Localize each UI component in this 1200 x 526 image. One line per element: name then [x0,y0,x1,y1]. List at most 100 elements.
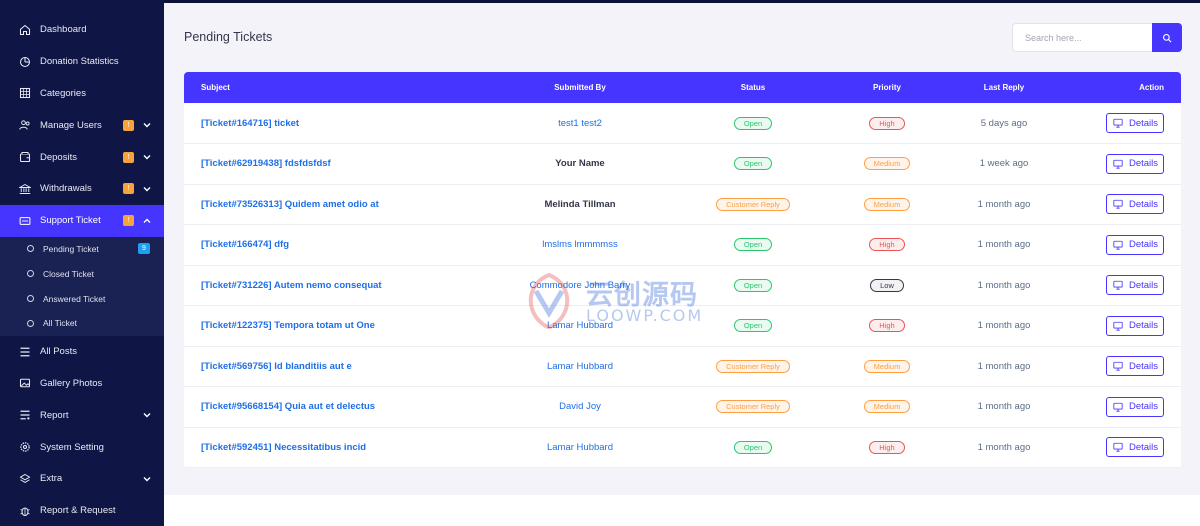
action-cell: Details [1094,306,1181,347]
action-cell: Details [1094,387,1181,428]
submitted-by-cell: Lamar Hubbard [514,427,646,468]
report-icon [18,408,32,422]
submitter-name[interactable]: Lamar Hubbard [547,361,613,372]
table-row: [Ticket#166474] dfg lmslms lmmmmss Open Hig… [184,225,1181,266]
chevron-down-icon [142,410,152,420]
sidebar-item-dashboard[interactable]: Dashboard [0,14,164,46]
priority-badge: High [869,238,905,252]
page-title: Pending Tickets [184,30,273,44]
priority-cell: High [860,306,914,347]
details-button[interactable]: Details [1105,234,1164,255]
circle-icon [27,295,34,303]
desktop-icon [1113,240,1123,250]
submenu-item-pending-ticket[interactable]: Pending Ticket 9 [0,237,164,262]
sidebar-item-label: Categories [40,87,86,99]
action-cell: Details [1094,265,1181,306]
sidebar-item-label: Extra [40,473,63,485]
sidebar-item-system-setting[interactable]: System Setting [0,431,164,463]
subject-cell: [Ticket#122375] Tempora totam ut One [184,306,514,347]
last-reply-cell: 1 week ago [914,144,1094,185]
ticket-subject-link[interactable]: [Ticket#73526313] Quidem amet odio at [201,199,379,210]
sidebar-item-gallery-photos[interactable]: Gallery Photos [0,368,164,400]
submenu-item-answered-ticket[interactable]: Answered Ticket [0,286,164,311]
ticket-subject-link[interactable]: [Ticket#569756] Id blanditiis aut e [201,361,352,372]
column-header-subject: Subject [201,83,230,92]
details-button[interactable]: Details [1105,356,1164,377]
bank-icon [18,182,32,196]
submitter-name[interactable]: David Joy [559,401,601,412]
sidebar-item-categories[interactable]: Categories [0,78,164,110]
watermark-en-text: LOOWP.COM [586,306,704,325]
submitter-name[interactable]: Lamar Hubbard [547,442,613,453]
sidebar-item-report-and-request[interactable]: Report & Request [0,495,164,526]
footer-band [164,495,1200,526]
circle-icon [27,319,34,327]
search-icon [1162,33,1172,43]
subject-cell: [Ticket#731226] Autem nemo consequat [184,265,514,306]
sidebar-item-label: Report & Request [40,505,116,517]
ticket-subject-link[interactable]: [Ticket#164716] ticket [201,118,299,129]
table-row: [Ticket#592451] Necessitatibus incid Lama… [184,427,1181,468]
details-button[interactable]: Details [1105,437,1164,458]
chevron-down-icon [142,184,152,194]
sidebar-item-manage-users[interactable]: Manage Users! [0,109,164,141]
submitter-name[interactable]: lmslms lmmmmss [542,239,617,250]
details-button-label: Details [1128,198,1158,210]
ticket-subject-link[interactable]: [Ticket#166474] dfg [201,239,289,250]
ticket-subject-link[interactable]: [Ticket#731226] Autem nemo consequat [201,280,382,291]
sidebar-item-label: Withdrawals [40,183,92,195]
submitter-name: Melinda Tillman [544,198,616,210]
details-button-label: Details [1128,279,1158,291]
details-button[interactable]: Details [1105,113,1164,133]
table-row: [Ticket#569756] Id blanditiis aut e Lamar… [184,346,1181,387]
details-button[interactable]: Details [1105,194,1164,215]
grid-icon [18,86,32,100]
list-icon [18,345,32,359]
search-input[interactable] [1012,23,1152,52]
submitted-by-cell: Melinda Tillman [514,184,646,225]
search-button[interactable] [1152,23,1182,52]
ticket-subject-link[interactable]: [Ticket#95668154] Quia aut et delectus [201,401,375,412]
priority-cell: Medium [860,387,914,428]
priority-cell: Medium [860,144,914,185]
main-content: Pending Tickets Subject Submitted By Sta… [164,3,1200,526]
desktop-icon [1113,118,1123,128]
priority-cell: High [860,225,914,266]
priority-cell: High [860,103,914,144]
ticket-subject-link[interactable]: [Ticket#592451] Necessitatibus incid [201,442,366,453]
submenu-item-closed-ticket[interactable]: Closed Ticket [0,261,164,286]
details-button-label: Details [1128,441,1158,453]
table-row: [Ticket#73526313] Quidem amet odio at Mel… [184,184,1181,225]
ticket-subject-link[interactable]: [Ticket#122375] Tempora totam ut One [201,320,375,331]
sidebar-item-deposits[interactable]: Deposits! [0,141,164,173]
submitted-by-cell: Your Name [514,144,646,185]
sidebar-item-label: Support Ticket [40,215,101,227]
ticket-icon [18,214,32,228]
sidebar-item-support-ticket[interactable]: Support Ticket! [0,204,164,237]
sidebar-item-report[interactable]: Report [0,399,164,431]
ticket-subject-link[interactable]: [Ticket#62919438] fdsfdsfdsf [201,158,331,169]
warning-badge: ! [123,183,134,195]
details-button-label: Details [1128,117,1158,129]
home-icon [18,23,32,37]
watermark: 云创源码 LOOWP.COM [524,273,714,329]
submenu-item-label: Answered Ticket [43,293,106,304]
sidebar-item-extra[interactable]: Extra [0,463,164,495]
last-reply-text: 1 month ago [977,360,1031,372]
subject-cell: [Ticket#73526313] Quidem amet odio at [184,184,514,225]
sidebar-item-all-posts[interactable]: All Posts [0,336,164,368]
last-reply-text: 1 month ago [977,401,1031,413]
submitter-name[interactable]: test1 test2 [558,118,602,129]
submenu-item-all-ticket[interactable]: All Ticket [0,311,164,336]
status-badge: Customer Reply [716,400,790,414]
sidebar-item-withdrawals[interactable]: Withdrawals! [0,173,164,205]
details-button[interactable]: Details [1105,275,1164,296]
sidebar-item-donation-statistics[interactable]: Donation Statistics [0,46,164,78]
last-reply-cell: 1 month ago [914,265,1094,306]
details-button[interactable]: Details [1105,396,1164,417]
gear-icon [18,440,32,454]
details-button[interactable]: Details [1105,315,1164,336]
layers-icon [18,472,32,486]
chevron-down-icon [142,120,152,130]
details-button[interactable]: Details [1105,153,1164,174]
